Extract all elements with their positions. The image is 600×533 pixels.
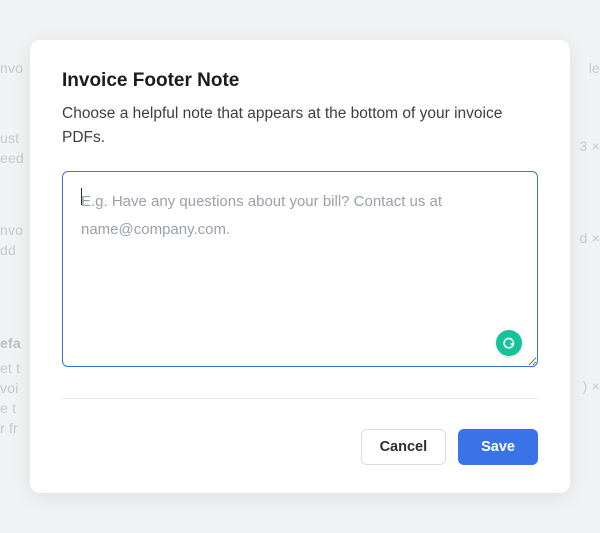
bg-fragment: r fr <box>0 420 18 436</box>
divider <box>62 398 538 399</box>
bg-fragment: 3 × <box>580 138 600 154</box>
bg-fragment: nvo <box>0 222 23 238</box>
textarea-wrapper <box>62 171 538 372</box>
save-button[interactable]: Save <box>458 429 538 465</box>
bg-fragment: eed <box>0 150 24 166</box>
bg-fragment: efa <box>0 335 21 351</box>
cancel-button[interactable]: Cancel <box>361 429 447 465</box>
footer-note-textarea[interactable] <box>62 171 538 367</box>
bg-fragment: et t <box>0 360 20 376</box>
bg-fragment: voi <box>0 380 19 396</box>
bg-fragment: d × <box>580 230 600 246</box>
modal-title: Invoice Footer Note <box>62 70 538 92</box>
bg-fragment: ) × <box>583 378 600 394</box>
modal-actions: Cancel Save <box>62 429 538 465</box>
bg-fragment: ust <box>0 130 19 146</box>
modal-description: Choose a helpful note that appears at th… <box>62 102 538 149</box>
invoice-footer-note-modal: Invoice Footer Note Choose a helpful not… <box>30 40 570 493</box>
bg-fragment: le <box>589 60 600 76</box>
text-cursor <box>81 188 82 205</box>
bg-fragment: nvo <box>0 60 23 76</box>
bg-fragment: dd <box>0 242 16 258</box>
bg-fragment: e t <box>0 400 16 416</box>
grammarly-icon[interactable] <box>496 330 522 356</box>
